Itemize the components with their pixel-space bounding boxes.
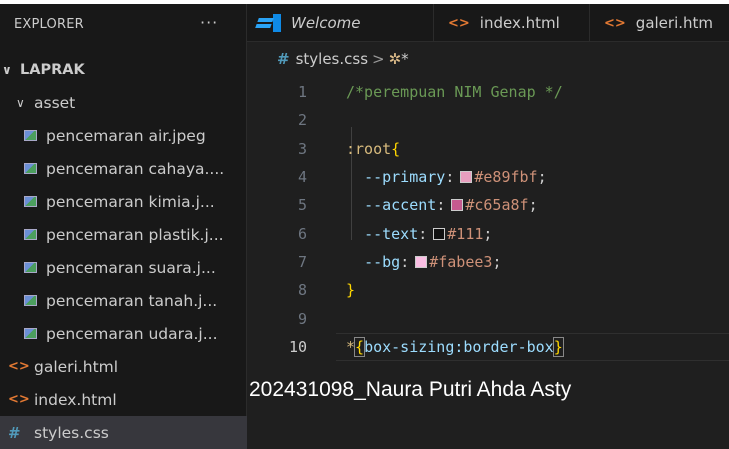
tab-label: index.html (479, 14, 560, 32)
chevron-down-icon: ∨ (16, 95, 25, 110)
line-number: 2 (297, 111, 307, 130)
file-label: pencemaran tanah.j... (46, 291, 218, 310)
tab-label: galeri.htm (635, 14, 714, 32)
code-comment: /*perempuan NIM Genap */ (346, 83, 563, 102)
html-icon: <> (448, 15, 470, 31)
tab-galeri-html[interactable]: <> galeri.htm (590, 4, 729, 41)
breadcrumb: # styles.css > ✲* (277, 50, 409, 68)
image-file-icon (24, 262, 37, 273)
code-value: #e89fbf (474, 168, 538, 187)
tab-welcome[interactable]: Welcome (247, 4, 434, 41)
code-line: 7 --bg: #fabee3; (247, 248, 729, 276)
line-number: 9 (297, 309, 307, 328)
file-item-galeri[interactable]: <> galeri.html (0, 350, 247, 383)
explorer-sidebar: EXPLORER ··· ∨ LAPRAK ∨ asset pencemaran… (0, 4, 247, 449)
file-item[interactable]: pencemaran cahaya.... (0, 152, 247, 185)
html-icon: <> (604, 15, 626, 31)
code-line-current: 10 *{box-sizing:border-box} (247, 332, 729, 362)
code-line: 8 } (247, 276, 729, 304)
code-brace: { (354, 336, 366, 357)
file-item[interactable]: pencemaran tanah.j... (0, 284, 247, 317)
image-file-icon (24, 130, 37, 141)
code-line: 1 /*perempuan NIM Genap */ (247, 78, 729, 106)
code-property: --text (364, 224, 419, 243)
image-file-icon (24, 229, 37, 240)
file-item[interactable]: pencemaran air.jpeg (0, 119, 247, 152)
code-body: box-sizing:border-box (364, 337, 554, 356)
editor-tabs: Welcome <> index.html <> galeri.htm (247, 4, 729, 42)
code-property: --accent (364, 196, 437, 215)
color-swatch-bg[interactable] (415, 255, 428, 268)
tab-index-html[interactable]: <> index.html (434, 4, 590, 41)
line-number: 6 (297, 224, 307, 243)
css-file-icon: # (277, 50, 290, 68)
image-file-icon (24, 196, 37, 207)
color-swatch-primary[interactable] (460, 171, 473, 184)
code-line: 5 --accent: #c65a8f; (247, 191, 729, 219)
selector-symbol-icon: ✲ (388, 50, 402, 68)
file-tree: ∨ LAPRAK ∨ asset pencemaran air.jpeg pen… (0, 53, 247, 449)
breadcrumb-separator: > (372, 50, 385, 68)
folder-asset[interactable]: ∨ asset (0, 86, 247, 119)
explorer-title: EXPLORER (14, 17, 84, 32)
file-label: pencemaran kimia.j... (46, 192, 215, 211)
line-number: 3 (297, 139, 307, 158)
file-label: pencemaran cahaya.... (46, 159, 225, 178)
folder-laprak[interactable]: ∨ LAPRAK (0, 53, 247, 86)
image-file-icon (24, 163, 37, 174)
tab-label: Welcome (291, 14, 361, 32)
line-number: 8 (297, 281, 307, 300)
code-property: --primary (364, 168, 446, 187)
html-file-icon: <> (8, 392, 30, 407)
line-number: 5 (297, 196, 307, 215)
student-caption: 202431098_Naura Putri Ahda Asty (249, 378, 572, 401)
explorer-header: EXPLORER ··· (0, 4, 247, 46)
code-selector: :root (346, 139, 392, 158)
file-item-styles[interactable]: # styles.css (0, 416, 247, 449)
file-label: index.html (34, 390, 117, 409)
code-lines: 1 /*perempuan NIM Genap */ 2 3 :root{ 4 … (247, 78, 729, 362)
breadcrumb-file[interactable]: styles.css (296, 50, 368, 68)
file-label: galeri.html (34, 357, 119, 376)
line-number: 4 (297, 168, 307, 187)
breadcrumb-symbol[interactable]: * (401, 50, 409, 68)
code-brace: } (552, 336, 564, 357)
line-number: 7 (297, 252, 307, 271)
vscode-logo-icon (257, 14, 281, 32)
line-number: 10 (288, 337, 307, 356)
file-item-index[interactable]: <> index.html (0, 383, 247, 416)
code-brace: } (346, 281, 356, 300)
code-line: 3 :root{ (247, 135, 729, 163)
file-label: pencemaran suara.j... (46, 258, 216, 277)
code-value: #111 (447, 224, 484, 243)
code-brace: { (391, 139, 401, 158)
html-file-icon: <> (8, 359, 30, 374)
code-line: 4 --primary: #e89fbf; (247, 163, 729, 191)
more-actions-icon[interactable]: ··· (200, 13, 218, 32)
file-item[interactable]: pencemaran udara.j... (0, 317, 247, 350)
file-item[interactable]: pencemaran suara.j... (0, 251, 247, 284)
code-value: #fabee3 (429, 252, 493, 271)
file-item[interactable]: pencemaran kimia.j... (0, 185, 247, 218)
image-file-icon (24, 295, 37, 306)
line-number: 1 (297, 83, 307, 102)
file-label: pencemaran udara.j... (46, 324, 218, 343)
code-line: 9 (247, 304, 729, 332)
file-label: pencemaran air.jpeg (46, 126, 206, 145)
chevron-down-icon: ∨ (2, 62, 12, 77)
code-line: 2 (247, 106, 729, 134)
color-swatch-accent[interactable] (451, 199, 464, 212)
file-item[interactable]: pencemaran plastik.j... (0, 218, 247, 251)
code-selector: * (346, 337, 356, 356)
folder-label: LAPRAK (20, 61, 85, 78)
code-property: --bg (364, 252, 401, 271)
color-swatch-text[interactable] (433, 227, 446, 240)
code-value: #c65a8f (465, 196, 529, 215)
code-line: 6 --text: #111; (247, 219, 729, 247)
image-file-icon (24, 328, 37, 339)
file-label: pencemaran plastik.j... (46, 225, 224, 244)
folder-label: asset (34, 93, 76, 112)
